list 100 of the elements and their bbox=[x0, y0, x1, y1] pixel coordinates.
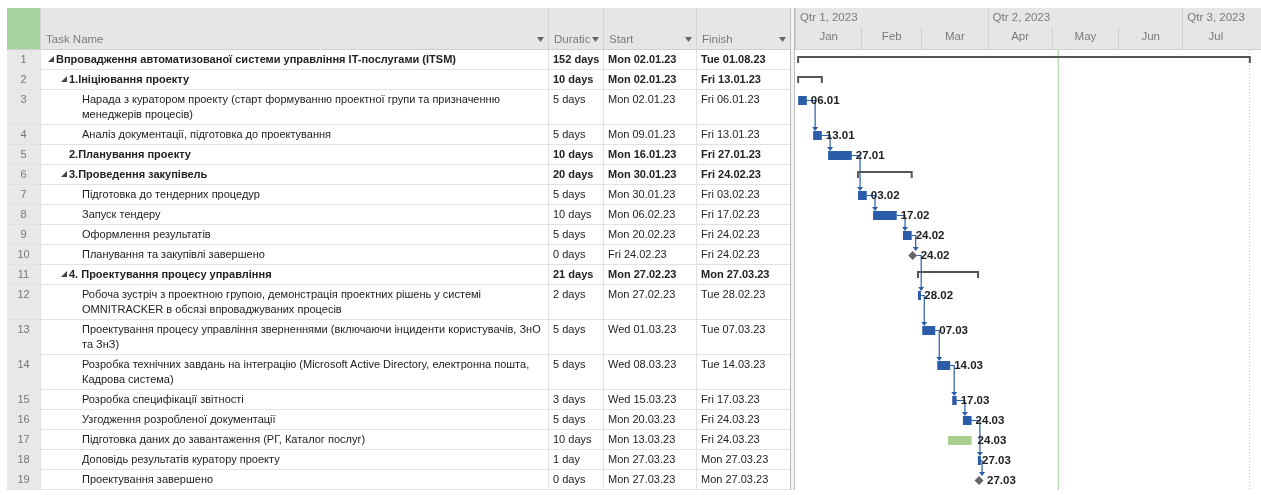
start-cell: Wed 15.03.23 bbox=[603, 390, 696, 409]
task-bar bbox=[962, 416, 972, 425]
task-bar bbox=[952, 396, 957, 405]
task-name: 4. Проектування процесу управління bbox=[69, 267, 272, 282]
row-number: 9 bbox=[7, 225, 40, 244]
row-number: 17 bbox=[7, 430, 40, 449]
task-name: Проектування процесу управління зверненнями (включаючи інциденти користувачів, ЗнО та ЗнЗ) bbox=[82, 322, 542, 352]
task-bar bbox=[947, 436, 972, 445]
start-cell: Mon 30.01.23 bbox=[603, 165, 696, 184]
task-bar bbox=[828, 151, 852, 160]
bar-label: 17.03 bbox=[960, 394, 990, 406]
start-cell: Wed 01.03.23 bbox=[603, 320, 696, 354]
bar-label: 13.01 bbox=[825, 129, 855, 141]
bar-label: 24.03 bbox=[975, 414, 1005, 426]
row-number: 4 bbox=[7, 125, 40, 144]
collapse-icon[interactable] bbox=[60, 76, 67, 82]
bar-label: 06.01 bbox=[810, 94, 840, 106]
start-cell: Mon 02.01.23 bbox=[603, 50, 696, 69]
start-cell: Mon 02.01.23 bbox=[603, 90, 696, 124]
start-cell: Mon 16.01.23 bbox=[603, 145, 696, 164]
row-number: 12 bbox=[7, 285, 40, 319]
summary-bracket bbox=[857, 171, 913, 179]
duration-cell: 5 days bbox=[548, 225, 603, 244]
task-name: Розробка специфікації звітності bbox=[82, 392, 244, 407]
bar-label: 17.02 bbox=[900, 209, 930, 221]
duration-cell: 0 days bbox=[548, 470, 603, 489]
dropdown-icon[interactable] bbox=[779, 37, 786, 42]
dropdown-icon[interactable] bbox=[592, 37, 599, 42]
task-name: Нарада з куратором проекту (старт формуванню проектної групи та призначенню менеджерів процесів) bbox=[82, 92, 501, 122]
task-name: Впровадження автоматизованої системи управління IT-послугами (ITSM) bbox=[56, 52, 456, 67]
quarter-label: Qtr 2, 2023 bbox=[987, 8, 1183, 28]
bar-label: 24.02 bbox=[915, 229, 945, 241]
duration-cell: 1 day bbox=[548, 450, 603, 469]
duration-cell: 5 days bbox=[548, 90, 603, 124]
task-name: Робоча зустріч з проектною групою, демонстрація проектних рішень у системі OMNITRACKER в обсязі впроваджуваних процесів bbox=[82, 287, 483, 317]
row-number: 7 bbox=[7, 185, 40, 204]
duration-cell: 5 days bbox=[548, 410, 603, 429]
start-cell: Wed 08.03.23 bbox=[603, 355, 696, 389]
column-header[interactable]: Task Name bbox=[46, 33, 104, 45]
summary-bracket bbox=[797, 76, 823, 84]
dropdown-icon[interactable] bbox=[537, 37, 544, 42]
task-name: 2.Планування проекту bbox=[69, 147, 191, 162]
start-cell: Mon 20.02.23 bbox=[603, 225, 696, 244]
bar-label: 27.01 bbox=[855, 149, 885, 161]
month-label: May bbox=[1051, 28, 1119, 49]
bar-label: 24.02 bbox=[920, 249, 950, 261]
start-cell: Mon 27.03.23 bbox=[603, 470, 696, 489]
row-number: 1 bbox=[7, 50, 40, 69]
row-number: 16 bbox=[7, 410, 40, 429]
collapse-icon[interactable] bbox=[47, 56, 54, 62]
duration-cell: 5 days bbox=[548, 355, 603, 389]
task-name: 1.Ініціювання проекту bbox=[69, 72, 190, 87]
start-cell: Mon 09.01.23 bbox=[603, 125, 696, 144]
task-name: Планування та закупівлі завершено bbox=[82, 247, 265, 262]
duration-cell: 21 days bbox=[548, 265, 603, 284]
row-number: 3 bbox=[7, 90, 40, 124]
row-number: 6 bbox=[7, 165, 40, 184]
row-number: 13 bbox=[7, 320, 40, 354]
task-bar bbox=[977, 456, 981, 465]
task-name: Запуск тендеру bbox=[82, 207, 161, 222]
row-number: 15 bbox=[7, 390, 40, 409]
bar-label: 14.03 bbox=[954, 359, 983, 371]
collapse-icon[interactable] bbox=[60, 171, 67, 177]
row-number: 10 bbox=[7, 245, 40, 264]
row-number: 2 bbox=[7, 70, 40, 89]
task-name: Аналіз документації, підготовка до проектування bbox=[82, 127, 332, 142]
column-header[interactable]: Finish bbox=[702, 33, 733, 45]
duration-cell: 3 days bbox=[548, 390, 603, 409]
row-number: 5 bbox=[7, 145, 40, 164]
start-cell: Mon 30.01.23 bbox=[603, 185, 696, 204]
collapse-icon[interactable] bbox=[60, 271, 67, 277]
month-label: Apr bbox=[987, 28, 1052, 49]
duration-cell: 10 days bbox=[548, 430, 603, 449]
month-label: Mar bbox=[921, 28, 988, 49]
bar-label: 07.03 bbox=[939, 324, 968, 336]
start-cell: Mon 06.02.23 bbox=[603, 205, 696, 224]
start-cell: Mon 20.03.23 bbox=[603, 410, 696, 429]
quarter-label: Qtr 3, 2023 bbox=[1182, 8, 1249, 28]
bar-label: 27.03 bbox=[982, 454, 1011, 466]
task-bar bbox=[798, 96, 807, 105]
duration-cell: 10 days bbox=[548, 145, 603, 164]
dropdown-icon[interactable] bbox=[685, 37, 692, 42]
duration-cell: 2 days bbox=[548, 285, 603, 319]
task-name: Підготовка даних до завантаження (РГ, Каталог послуг) bbox=[82, 432, 366, 447]
duration-cell: 10 days bbox=[548, 205, 603, 224]
summary-bracket bbox=[917, 271, 980, 279]
task-name: Узгодження розробленої документації bbox=[82, 412, 276, 427]
column-header[interactable]: Start bbox=[609, 33, 634, 45]
duration-cell: 20 days bbox=[548, 165, 603, 184]
milestone-diamond bbox=[908, 251, 918, 260]
duration-cell: 0 days bbox=[548, 245, 603, 264]
column-header[interactable]: Duratic bbox=[554, 33, 591, 45]
duration-cell: 152 days bbox=[548, 50, 603, 69]
bar-label: 27.03 bbox=[987, 474, 1016, 486]
start-cell: Mon 02.01.23 bbox=[603, 70, 696, 89]
duration-cell: 5 days bbox=[548, 125, 603, 144]
month-label: Jun bbox=[1118, 28, 1183, 49]
row-number: 14 bbox=[7, 355, 40, 389]
task-bar bbox=[922, 326, 936, 335]
row-number: 11 bbox=[7, 265, 40, 284]
